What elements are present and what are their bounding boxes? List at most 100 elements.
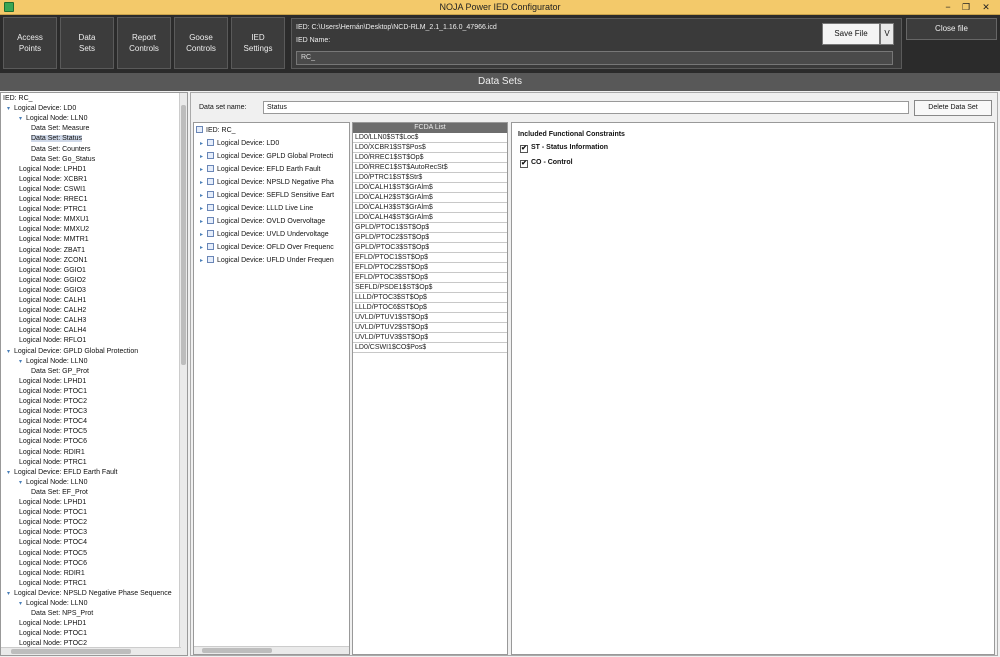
tree-logical-node[interactable]: Logical Node: XCBR1 <box>19 175 87 185</box>
tree-logical-node[interactable]: Logical Node: PTOC4 <box>19 538 87 548</box>
fcda-list-item[interactable]: LD0/PTRC1$ST$Str$ <box>353 173 507 183</box>
tree-logical-node[interactable]: Logical Node: PTOC5 <box>19 549 87 559</box>
fcda-list-item[interactable]: EFLD/PTOC1$ST$Op$ <box>353 253 507 263</box>
tree-logical-node[interactable]: Logical Node: PTOC4 <box>19 417 87 427</box>
tree-data-set-item[interactable]: Data Set: Go_Status <box>31 155 95 165</box>
tree-logical-node[interactable]: Logical Node: PTOC3 <box>19 407 87 417</box>
tree-logical-node[interactable]: Logical Node: GGIO1 <box>19 266 86 276</box>
device-tree-logical-device[interactable]: ▸ Logical Device: NPSLD Negative Pha <box>196 176 334 189</box>
tree-logical-node[interactable]: Logical Node: GGIO3 <box>19 286 86 296</box>
fcda-list-item[interactable]: LD0/CALH3$ST$GrAlm$ <box>353 203 507 213</box>
fcda-list-item[interactable]: LD0/CSWI1$CO$Pos$ <box>353 343 507 353</box>
device-tree-logical-device[interactable]: ▸ Logical Device: LLLD Live Line <box>196 202 313 215</box>
fcda-list-item[interactable]: LD0/CALH4$ST$GrAlm$ <box>353 213 507 223</box>
close-window-button[interactable]: ✕ <box>978 1 994 13</box>
tree-logical-node[interactable]: Logical Node: PTOC1 <box>19 387 87 397</box>
expand-toggle-icon[interactable]: ▾ <box>7 468 14 478</box>
fcda-list-item[interactable]: UVLD/PTUV1$ST$Op$ <box>353 313 507 323</box>
device-tree-logical-device[interactable]: ▸ Logical Device: LD0 <box>196 137 279 150</box>
checkbox-icon[interactable]: ✔ <box>520 145 528 153</box>
tree-data-set-item[interactable]: Data Set: Status <box>31 134 82 144</box>
checkbox-icon[interactable]: ✔ <box>520 160 528 168</box>
tree-horizontal-scrollbar[interactable] <box>1 647 181 655</box>
tree-logical-node[interactable]: Logical Node: PTOC6 <box>19 437 87 447</box>
fcda-list-item[interactable]: LD0/CALH2$ST$GrAlm$ <box>353 193 507 203</box>
tree-logical-node[interactable]: Logical Node: CALH4 <box>19 326 86 336</box>
fcda-list-item[interactable]: LD0/XCBR1$ST$Pos$ <box>353 143 507 153</box>
tree-logical-node[interactable]: Logical Node: CALH3 <box>19 316 86 326</box>
tree-logical-node[interactable]: Logical Node: LPHD1 <box>19 377 86 387</box>
fcda-list-item[interactable]: LD0/CALH1$ST$GrAlm$ <box>353 183 507 193</box>
tree-logical-device[interactable]: ▾ Logical Device: LD0 <box>7 104 76 114</box>
tree-logical-node[interactable]: Logical Node: PTOC2 <box>19 518 87 528</box>
tree-logical-node[interactable]: Logical Node: PTRC1 <box>19 205 87 215</box>
tree-logical-device[interactable]: ▾ Logical Device: NPSLD Negative Phase Se… <box>7 589 172 599</box>
functional-constraint-option[interactable]: ✔ CO - Control <box>520 159 573 168</box>
maximize-button[interactable]: ❐ <box>958 1 974 13</box>
fcda-list-item[interactable]: LD0/RREC1$ST$Op$ <box>353 153 507 163</box>
device-tree-logical-device[interactable]: ▸ Logical Device: UVLD Undervoltage <box>196 228 329 241</box>
ied-name-field[interactable]: RC_ <box>296 51 893 65</box>
tree-logical-device[interactable]: ▾ Logical Device: EFLD Earth Fault <box>7 468 118 478</box>
fcda-list-item[interactable]: LD0/LLN0$ST$Loc$ <box>353 133 507 143</box>
fcda-list-item[interactable]: EFLD/PTOC3$ST$Op$ <box>353 273 507 283</box>
device-tree-logical-device[interactable]: ▸ Logical Device: OFLD Over Frequenc <box>196 241 334 254</box>
device-tree-logical-device[interactable]: ▸ Logical Device: EFLD Earth Fault <box>196 163 321 176</box>
tree-logical-node[interactable]: ▾ Logical Node: LLN0 <box>19 478 88 488</box>
tree-vertical-scrollbar[interactable] <box>179 93 187 655</box>
tree-logical-node[interactable]: Logical Node: MMTR1 <box>19 235 89 245</box>
report-controls-button[interactable]: Report Controls <box>117 17 171 69</box>
fcda-list-item[interactable]: LLLD/PTOC3$ST$Op$ <box>353 293 507 303</box>
expand-toggle-icon[interactable]: ▾ <box>19 599 26 609</box>
fcda-list-item[interactable]: EFLD/PTOC2$ST$Op$ <box>353 263 507 273</box>
expand-toggle-icon[interactable]: ▾ <box>7 589 14 599</box>
tree-logical-node[interactable]: Logical Node: MMXU2 <box>19 225 89 235</box>
expand-toggle-icon[interactable]: ▾ <box>19 114 26 124</box>
device-tree-logical-device[interactable]: ▸ Logical Device: UFLD Under Frequen <box>196 254 334 267</box>
fcda-list-item[interactable]: GPLD/PTOC3$ST$Op$ <box>353 243 507 253</box>
fcda-list-item[interactable]: GPLD/PTOC2$ST$Op$ <box>353 233 507 243</box>
expand-toggle-icon[interactable]: ▾ <box>7 104 14 114</box>
tree-logical-node[interactable]: Logical Node: ZCON1 <box>19 256 87 266</box>
tree-logical-node[interactable]: Logical Node: CALH2 <box>19 306 86 316</box>
tree-logical-node[interactable]: Logical Node: PTOC6 <box>19 559 87 569</box>
fcda-list-item[interactable]: GPLD/PTOC1$ST$Op$ <box>353 223 507 233</box>
tree-logical-node[interactable]: Logical Node: RFLO1 <box>19 336 86 346</box>
tree-logical-device[interactable]: ▾ Logical Device: GPLD Global Protection <box>7 347 138 357</box>
fcda-list-item[interactable]: LD0/RREC1$ST$AutoRecSt$ <box>353 163 507 173</box>
fcda-list-item[interactable]: SEFLD/PSDE1$ST$Op$ <box>353 283 507 293</box>
tree-data-set-item[interactable]: Data Set: NPS_Prot <box>31 609 93 619</box>
tree-logical-node[interactable]: Logical Node: CSWI1 <box>19 185 86 195</box>
tree-data-set-item[interactable]: Data Set: EF_Prot <box>31 488 88 498</box>
save-options-dropdown[interactable]: V <box>880 23 894 45</box>
expand-toggle-icon[interactable]: ▾ <box>7 347 14 357</box>
data-set-name-input[interactable]: Status <box>263 101 909 114</box>
device-tree-ied-root[interactable]: IED: RC_ <box>196 124 236 137</box>
delete-data-set-button[interactable]: Delete Data Set <box>914 100 992 116</box>
tree-logical-node[interactable]: Logical Node: MMXU1 <box>19 215 89 225</box>
device-tree-logical-device[interactable]: ▸ Logical Device: SEFLD Sensitive Eart <box>196 189 334 202</box>
expand-toggle-icon[interactable]: ▸ <box>196 255 207 268</box>
fcda-list-item[interactable]: LLLD/PTOC6$ST$Op$ <box>353 303 507 313</box>
access-points-button[interactable]: Access Points <box>3 17 57 69</box>
tree-logical-node[interactable]: Logical Node: RDIR1 <box>19 569 85 579</box>
tree-logical-node[interactable]: Logical Node: LPHD1 <box>19 498 86 508</box>
tree-logical-node[interactable]: Logical Node: LPHD1 <box>19 165 86 175</box>
tree-logical-node[interactable]: ▾ Logical Node: LLN0 <box>19 599 88 609</box>
functional-constraint-option[interactable]: ✔ ST - Status Information <box>520 144 608 153</box>
goose-controls-button[interactable]: Goose Controls <box>174 17 228 69</box>
fcda-list-item[interactable]: UVLD/PTUV3$ST$Op$ <box>353 333 507 343</box>
tree-logical-node[interactable]: Logical Node: LPHD1 <box>19 619 86 629</box>
save-file-button[interactable]: Save File <box>822 23 880 45</box>
tree-logical-node[interactable]: Logical Node: RDIR1 <box>19 448 85 458</box>
tree-logical-node[interactable]: Logical Node: PTOC1 <box>19 629 87 639</box>
tree-logical-node[interactable]: Logical Node: PTOC3 <box>19 528 87 538</box>
tree-data-set-item[interactable]: Data Set: Measure <box>31 124 89 134</box>
device-hscroll-thumb[interactable] <box>202 648 272 653</box>
fcda-list-item[interactable]: UVLD/PTUV2$ST$Op$ <box>353 323 507 333</box>
ied-settings-button[interactable]: IED Settings <box>231 17 285 69</box>
close-file-button[interactable]: Close file <box>906 18 997 40</box>
minimize-button[interactable]: − <box>940 1 956 13</box>
device-tree-logical-device[interactable]: ▸ Logical Device: OVLD Overvoltage <box>196 215 325 228</box>
tree-logical-node[interactable]: Logical Node: ZBAT1 <box>19 246 85 256</box>
